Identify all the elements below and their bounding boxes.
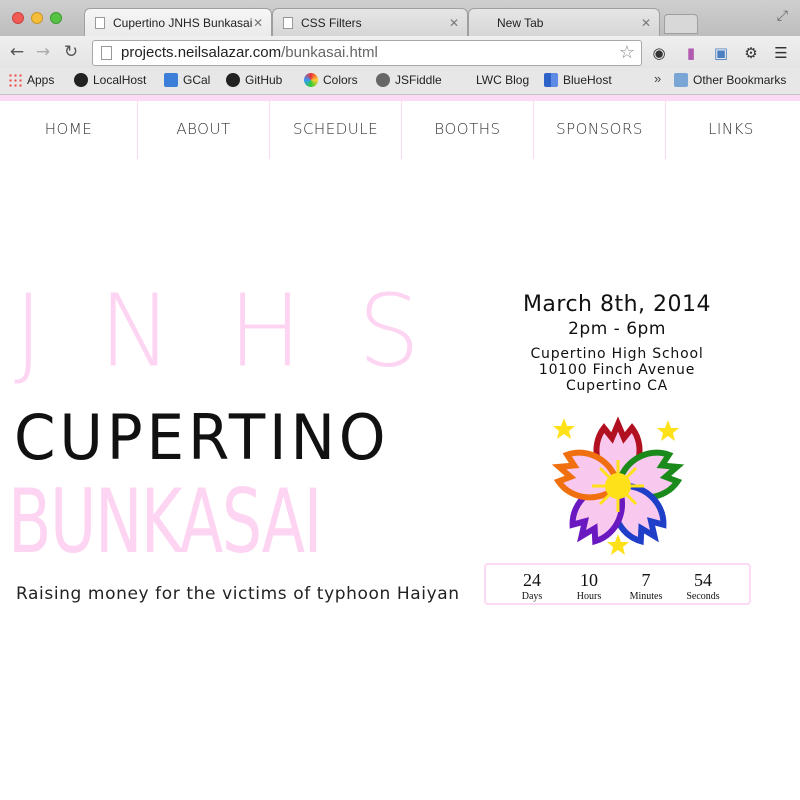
tab-new-tab[interactable]: New Tab ✕ bbox=[468, 8, 660, 36]
countdown-days: 24 Days bbox=[508, 565, 556, 603]
bookmark-star-icon[interactable]: ☆ bbox=[619, 42, 635, 63]
calendar-icon bbox=[164, 73, 178, 87]
bookmark-github[interactable]: GitHub bbox=[226, 73, 282, 87]
page-icon bbox=[283, 17, 293, 29]
forward-button[interactable]: → bbox=[32, 41, 54, 63]
bookmark-label: Colors bbox=[323, 73, 358, 87]
sakura-logo-icon bbox=[538, 418, 698, 555]
bookmark-label: JSFiddle bbox=[395, 73, 442, 87]
countdown-value: 7 bbox=[641, 570, 651, 590]
nav-sponsors[interactable]: SPONSORS bbox=[534, 101, 666, 159]
countdown-label: Hours bbox=[576, 591, 602, 602]
apps-grid-icon bbox=[8, 73, 22, 87]
countdown-timer: 24 Days 10 Hours 7 Minutes 54 Seconds bbox=[484, 563, 751, 605]
tab-bunkasai[interactable]: Cupertino JNHS Bunkasai ✕ bbox=[84, 8, 272, 36]
gear-icon[interactable]: ⚙ bbox=[742, 44, 760, 62]
bookmark-localhost[interactable]: LocalHost bbox=[74, 73, 146, 87]
hero-jnhs: JNHS bbox=[14, 273, 477, 391]
bookmark-label: GCal bbox=[183, 73, 211, 87]
bookmark-colors[interactable]: Colors bbox=[304, 73, 358, 87]
nav-links[interactable]: LINKS bbox=[666, 101, 796, 159]
tab-css-filters[interactable]: CSS Filters ✕ bbox=[272, 8, 468, 36]
hero-bunkasai: BUNKASAI bbox=[8, 470, 322, 573]
countdown-label: Days bbox=[521, 591, 543, 602]
page-icon bbox=[95, 17, 105, 29]
toolbar: ← → ↻ projects.neilsalazar.com/bunkasai.… bbox=[0, 36, 800, 68]
tab-title: New Tab bbox=[497, 16, 544, 30]
address-line: Cupertino CA bbox=[565, 378, 669, 394]
bookmark-bluehost[interactable]: BlueHost bbox=[544, 73, 612, 87]
tab-title: Cupertino JNHS Bunkasai bbox=[113, 16, 253, 30]
countdown-value: 10 bbox=[580, 570, 598, 590]
github-icon bbox=[226, 73, 240, 87]
countdown-label: Minutes bbox=[629, 591, 663, 602]
window-extension-icon[interactable]: ▣ bbox=[712, 44, 730, 62]
close-tab-icon[interactable]: ✕ bbox=[641, 9, 651, 36]
bookmark-label: GitHub bbox=[245, 73, 283, 87]
cloud-icon bbox=[376, 73, 390, 87]
bookmark-label: LWC Blog bbox=[476, 73, 530, 87]
event-time: 2pm - 6pm bbox=[568, 319, 666, 339]
fullscreen-icon[interactable]: ⤢ bbox=[777, 8, 788, 24]
page-icon bbox=[101, 46, 112, 60]
grid-icon bbox=[544, 73, 558, 87]
url-text: projects.neilsalazar.com/bunkasai.html bbox=[121, 44, 378, 61]
tab-title: CSS Filters bbox=[301, 16, 362, 30]
countdown-seconds: 54 Seconds bbox=[679, 565, 727, 603]
close-tab-icon[interactable]: ✕ bbox=[253, 9, 263, 36]
sync-extension-icon[interactable]: ◉ bbox=[650, 44, 668, 62]
bookmark-gcal[interactable]: GCal bbox=[164, 73, 210, 87]
phone-extension-icon[interactable]: ▮ bbox=[682, 44, 700, 62]
browser-chrome: Cupertino JNHS Bunkasai ✕ CSS Filters ✕ … bbox=[0, 0, 800, 96]
zoom-window-button[interactable] bbox=[50, 12, 62, 24]
nav-booths[interactable]: BOOTHS bbox=[402, 101, 534, 159]
address-line: 10100 Finch Avenue bbox=[538, 362, 696, 378]
close-window-button[interactable] bbox=[12, 12, 24, 24]
bookmark-label: Apps bbox=[27, 73, 55, 87]
new-tab-button[interactable] bbox=[664, 14, 698, 34]
site-nav: HOME ABOUT SCHEDULE BOOTHS SPONSORS LINK… bbox=[0, 101, 800, 159]
palette-icon bbox=[304, 73, 318, 87]
countdown-value: 54 bbox=[694, 570, 712, 590]
url-path: /bunkasai.html bbox=[281, 44, 378, 61]
minimize-window-button[interactable] bbox=[31, 12, 43, 24]
bookmark-label: BlueHost bbox=[563, 73, 612, 87]
bookmark-label: LocalHost bbox=[93, 73, 147, 87]
nav-schedule[interactable]: SCHEDULE bbox=[270, 101, 402, 159]
address-bar[interactable]: projects.neilsalazar.com/bunkasai.html ☆ bbox=[92, 40, 642, 66]
menu-icon[interactable]: ☰ bbox=[772, 44, 790, 62]
localhost-icon bbox=[74, 73, 88, 87]
bookmark-label: Other Bookmarks bbox=[693, 73, 787, 87]
bookmarks-bar: Apps LocalHost GCal GitHub Colors JSFidd… bbox=[0, 68, 800, 94]
url-domain: projects.neilsalazar.com bbox=[121, 44, 282, 61]
tab-strip: Cupertino JNHS Bunkasai ✕ CSS Filters ✕ … bbox=[0, 0, 800, 36]
other-bookmarks[interactable]: Other Bookmarks bbox=[674, 73, 786, 87]
back-button[interactable]: ← bbox=[6, 41, 28, 63]
hero-cupertino: CUPERTINO bbox=[14, 401, 390, 474]
folder-icon bbox=[674, 73, 688, 87]
event-date: March 8th, 2014 bbox=[522, 292, 712, 317]
countdown-minutes: 7 Minutes bbox=[622, 565, 670, 603]
nav-about[interactable]: ABOUT bbox=[138, 101, 270, 159]
countdown-value: 24 bbox=[523, 570, 541, 590]
address-line: Cupertino High School bbox=[530, 346, 704, 362]
countdown-label: Seconds bbox=[686, 591, 720, 602]
countdown-hours: 10 Hours bbox=[565, 565, 613, 603]
close-tab-icon[interactable]: ✕ bbox=[449, 9, 459, 36]
bookmark-jsfiddle[interactable]: JSFiddle bbox=[376, 73, 442, 87]
bookmarks-overflow-icon[interactable]: » bbox=[654, 71, 661, 86]
nav-home[interactable]: HOME bbox=[0, 101, 138, 159]
hero-tagline: Raising money for the victims of typhoon… bbox=[16, 584, 460, 604]
reload-button[interactable]: ↻ bbox=[60, 41, 82, 63]
bookmark-lwc-blog[interactable]: LWC Blog bbox=[476, 73, 529, 87]
event-address: Cupertino High School 10100 Finch Avenue… bbox=[484, 346, 750, 394]
bookmark-apps[interactable]: Apps bbox=[8, 73, 54, 87]
